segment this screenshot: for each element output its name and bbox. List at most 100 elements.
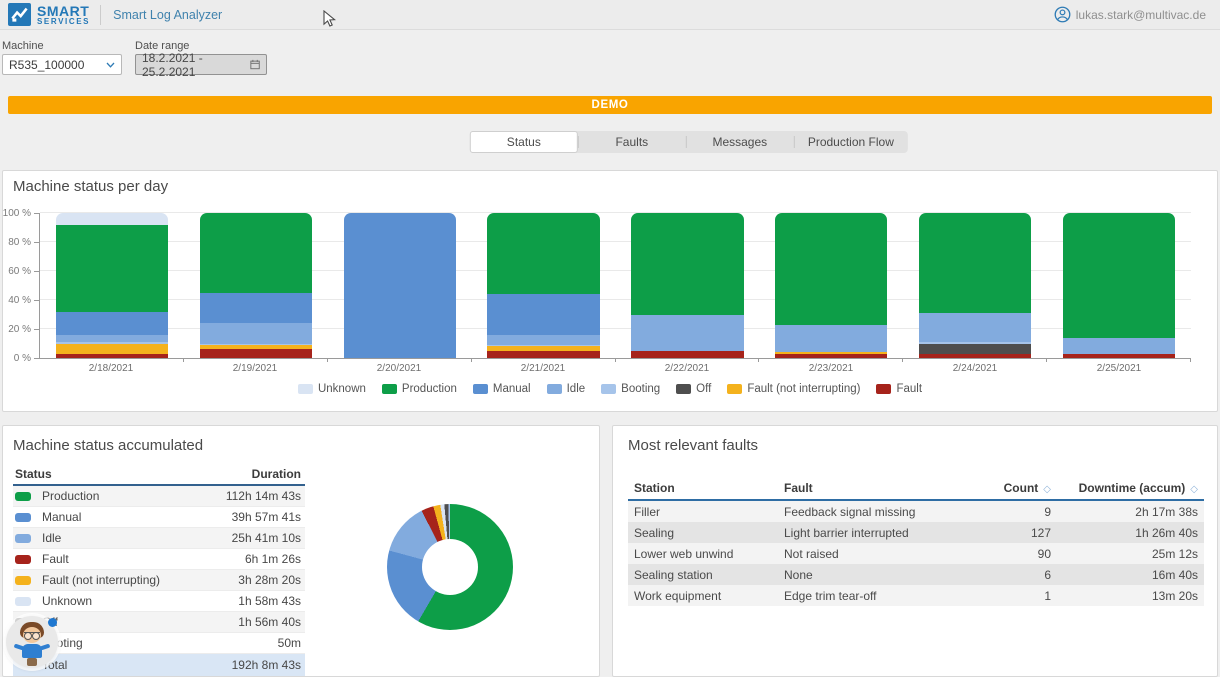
machine-select-value: R535_100000 <box>9 58 84 72</box>
x-axis-labels: 2/18/20212/19/20212/20/20212/21/20212/22… <box>39 363 1191 374</box>
legend-item-fault-not-interrupting-[interactable]: Fault (not interrupting) <box>727 383 860 395</box>
x-tick-label: 2/18/2021 <box>39 363 183 374</box>
calendar-icon <box>250 59 260 70</box>
status-row-production: Production112h 14m 43s <box>13 486 305 507</box>
count-cell: 90 <box>999 547 1051 561</box>
demo-banner: DEMO <box>8 96 1212 114</box>
station-cell: Filler <box>634 505 784 519</box>
duration-column-header: Duration <box>252 467 301 481</box>
status-swatch <box>15 513 31 522</box>
stacked-bar <box>919 213 1031 358</box>
stacked-bar <box>631 213 743 358</box>
bar-segment-production <box>56 225 168 312</box>
y-tick-label: 0 % <box>14 353 31 364</box>
sort-icon: ◇ <box>1043 484 1051 495</box>
count-cell: 1 <box>999 589 1051 603</box>
legend-swatch <box>547 384 562 394</box>
status-row-total: Total192h 8m 43s <box>13 654 305 676</box>
machine-label: Machine <box>2 40 122 52</box>
bar-segment-off <box>919 344 1031 354</box>
status-row-fault-not-interrupting-: Fault (not interrupting)3h 28m 20s <box>13 570 305 591</box>
bar-segment-production <box>1063 213 1175 338</box>
x-axis-line <box>34 358 1191 359</box>
bar-segment-manual <box>200 293 312 323</box>
legend-swatch <box>473 384 488 394</box>
x-tick-label: 2/20/2021 <box>327 363 471 374</box>
faults-title: Most relevant faults <box>628 437 758 454</box>
assistant-avatar-widget[interactable] <box>6 616 58 668</box>
station-cell: Sealing <box>634 526 784 540</box>
faults-header-count[interactable]: Count◇ <box>999 481 1051 495</box>
legend-item-fault[interactable]: Fault <box>876 383 922 395</box>
bar-segment-idle <box>56 335 168 342</box>
x-tick-label: 2/24/2021 <box>903 363 1047 374</box>
status-donut-chart <box>387 504 513 630</box>
date-range-input[interactable]: 18.2.2021 - 25.2.2021 <box>135 54 267 75</box>
legend-swatch <box>382 384 397 394</box>
legend-item-unknown[interactable]: Unknown <box>298 383 366 395</box>
view-tabs: StatusFaultsMessagesProduction Flow <box>470 131 908 153</box>
bar-segment-booting <box>487 345 599 346</box>
status-swatch <box>15 534 31 543</box>
smart-services-logo[interactable]: SMART SERVICES <box>0 3 90 26</box>
bar-segment-idle <box>487 335 599 345</box>
fault-cell: Not raised <box>784 547 999 561</box>
bar-segment-manual <box>56 312 168 335</box>
legend-item-idle[interactable]: Idle <box>547 383 586 395</box>
y-tick-label: 100 % <box>3 208 31 219</box>
chart-legend: Unknown Production Manual Idle Booting Off Fau… <box>3 383 1217 395</box>
stacked-bar <box>775 213 887 358</box>
stacked-bar <box>344 213 456 358</box>
station-cell: Lower web unwind <box>634 547 784 561</box>
legend-item-booting[interactable]: Booting <box>601 383 660 395</box>
downtime-cell: 13m 20s <box>1051 589 1198 603</box>
divider <box>100 5 101 25</box>
downtime-cell: 16m 40s <box>1051 568 1198 582</box>
status-swatch <box>15 555 31 564</box>
machine-select[interactable]: R535_100000 <box>2 54 122 75</box>
legend-swatch <box>601 384 616 394</box>
faults-header-downtime-accum-[interactable]: Downtime (accum)◇ <box>1051 481 1198 495</box>
tab-messages[interactable]: Messages <box>686 131 794 153</box>
machine-filter: Machine R535_100000 <box>2 40 122 75</box>
tab-production-flow[interactable]: Production Flow <box>794 131 908 153</box>
bar-slot-2/20/2021 <box>328 213 472 358</box>
user-account[interactable]: lukas.stark@multivac.de <box>1054 6 1220 23</box>
bar-slot-2/19/2021 <box>184 213 328 358</box>
bar-segment-fault <box>200 349 312 358</box>
fault-cell: None <box>784 568 999 582</box>
accumulated-table-header: Status Duration <box>13 464 305 486</box>
bar-segment-fault <box>487 351 599 358</box>
fault-cell: Light barrier interrupted <box>784 526 999 540</box>
bar-segment-fault <box>919 354 1031 358</box>
tab-faults[interactable]: Faults <box>578 131 686 153</box>
bar-segment-unknown <box>56 213 168 225</box>
legend-item-production[interactable]: Production <box>382 383 457 395</box>
bar-segment-production <box>775 213 887 325</box>
bar-segment-production <box>919 213 1031 313</box>
stacked-bar <box>1063 213 1175 358</box>
bar-segment-idle <box>1063 338 1175 354</box>
bar-slot-2/24/2021 <box>903 213 1047 358</box>
bar-segment-fault <box>631 351 743 358</box>
y-tick-label: 60 % <box>8 266 31 277</box>
bar-segment-fault-not-interrupting- <box>56 344 168 354</box>
tab-status[interactable]: Status <box>470 131 578 153</box>
status-swatch <box>15 576 31 585</box>
faults-table-header: StationFaultCount◇Downtime (accum)◇ <box>628 476 1204 501</box>
bar-slot-2/18/2021 <box>40 213 184 358</box>
bar-slot-2/22/2021 <box>616 213 760 358</box>
bar-segment-fault-not-interrupting- <box>200 345 312 349</box>
legend-swatch <box>876 384 891 394</box>
bar-segment-idle <box>919 313 1031 342</box>
legend-item-manual[interactable]: Manual <box>473 383 531 395</box>
date-range-value: 18.2.2021 - 25.2.2021 <box>142 51 250 79</box>
legend-item-off[interactable]: Off <box>676 383 711 395</box>
x-tick-label: 2/25/2021 <box>1047 363 1191 374</box>
bar-segment-booting <box>200 344 312 345</box>
fault-row-sealing: SealingLight barrier interrupted1271h 26… <box>628 522 1204 543</box>
y-tick-label: 80 % <box>8 237 31 248</box>
status-row-idle: Idle25h 41m 10s <box>13 528 305 549</box>
user-icon <box>1054 6 1071 23</box>
stacked-bar <box>487 213 599 358</box>
